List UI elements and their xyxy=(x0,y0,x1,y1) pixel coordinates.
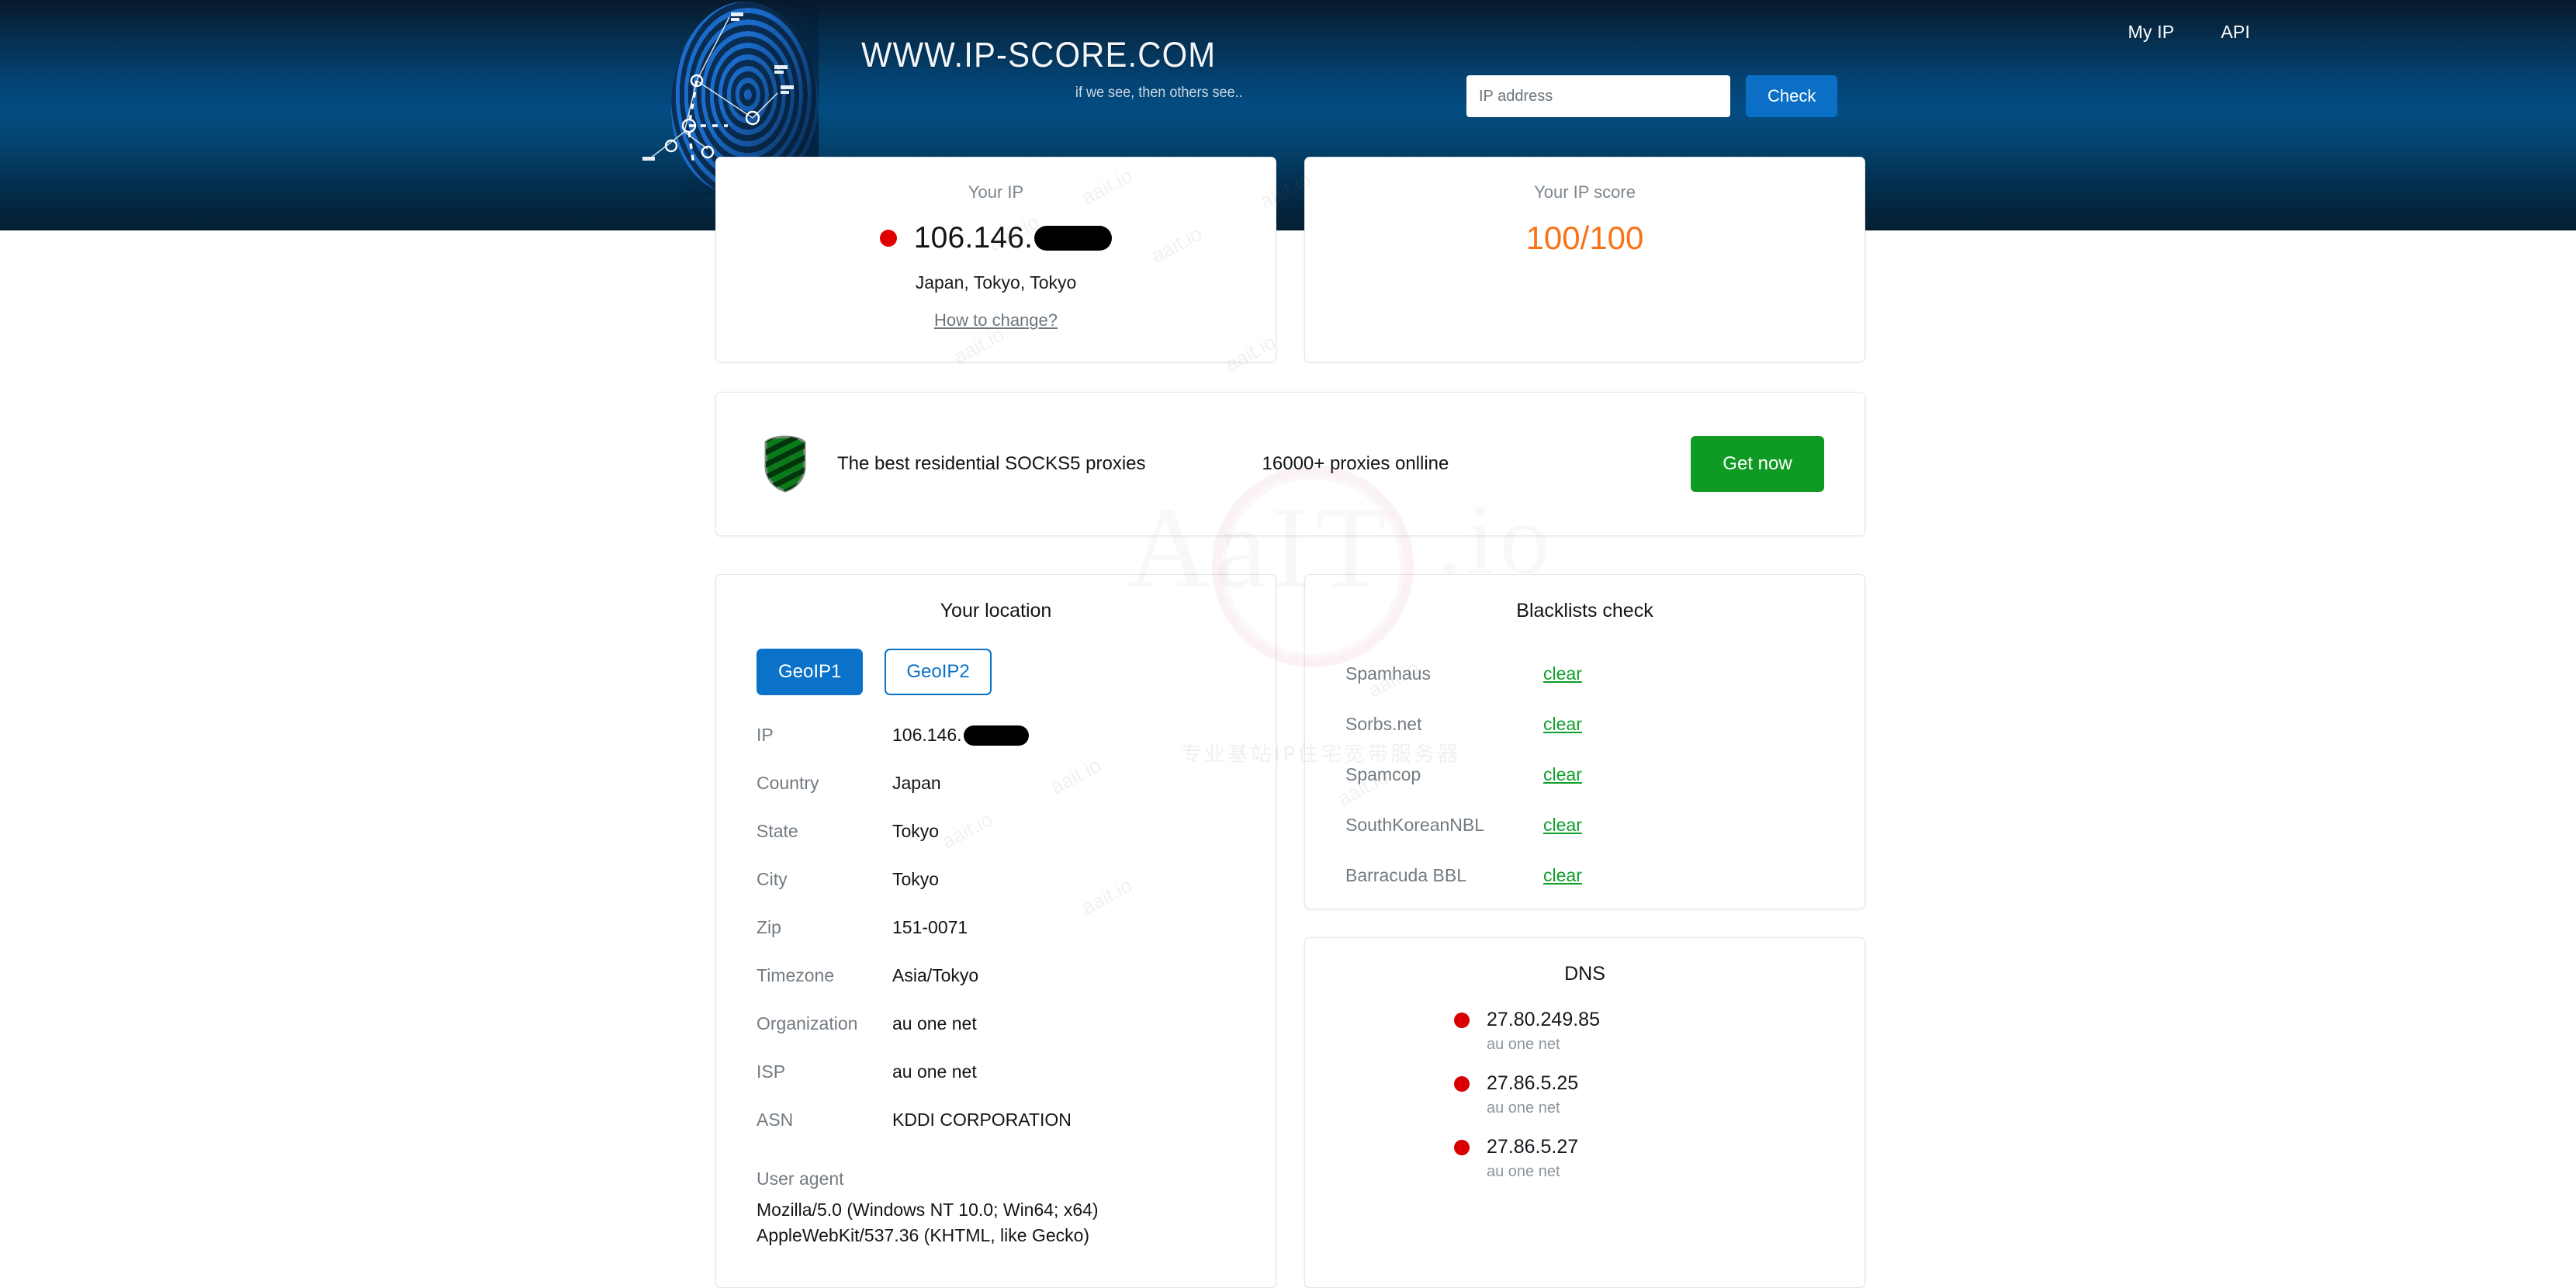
location-row-isp: ISP au one net xyxy=(716,1061,1276,1110)
location-row-key: ASN xyxy=(757,1110,794,1130)
blacklist-status[interactable]: clear xyxy=(1543,663,1582,684)
promo-banner: The best residential SOCKS5 proxies 1600… xyxy=(715,392,1865,536)
your-ip-label: Your IP xyxy=(968,182,1024,202)
location-row-country: Country Japan xyxy=(716,773,1276,821)
your-ip-value-row: 106.146. xyxy=(716,221,1276,255)
ip-search-bar: Check xyxy=(1466,75,1838,117)
location-row-value: au one net xyxy=(892,1013,977,1034)
location-row-key: Zip xyxy=(757,917,781,937)
ip-address-input[interactable] xyxy=(1466,75,1730,117)
blacklist-status[interactable]: clear xyxy=(1543,815,1582,836)
top-navigation: My IP API xyxy=(2128,22,2250,43)
location-row-key: City xyxy=(757,869,788,889)
ip-score-card: Your IP score 100/100 xyxy=(1304,157,1865,362)
tab-geoip2[interactable]: GeoIP2 xyxy=(885,649,992,695)
blacklist-name: Sorbs.net xyxy=(1345,714,1422,734)
location-row-value: KDDI CORPORATION xyxy=(892,1110,1072,1130)
location-row-key: State xyxy=(757,821,798,841)
location-row-state: State Tokyo xyxy=(716,821,1276,869)
dns-org: au one net xyxy=(1487,1099,1560,1117)
summary-cards-row: Your IP 106.146. Japan, Tokyo, Tokyo How… xyxy=(715,157,1865,362)
blacklists-list: Spamhaus clear Sorbs.net clear Spamcop c… xyxy=(1305,622,1864,909)
location-row-city: City Tokyo xyxy=(716,869,1276,917)
location-row-asn: ASN KDDI CORPORATION xyxy=(716,1110,1276,1158)
blacklist-status[interactable]: clear xyxy=(1543,865,1582,886)
country-flag-icon xyxy=(879,230,897,247)
blacklists-card: Blacklists check Spamhaus clear Sorbs.ne… xyxy=(1304,574,1865,909)
nav-item-my-ip[interactable]: My IP xyxy=(2128,22,2175,43)
user-agent-label: User agent xyxy=(757,1169,844,1189)
location-row-key: Country xyxy=(757,773,819,793)
page-root: WWW.IP-SCORE.COM if we see, then others … xyxy=(0,0,2576,1288)
check-button[interactable]: Check xyxy=(1746,75,1838,117)
blacklist-status[interactable]: clear xyxy=(1543,764,1582,785)
dns-entry: 27.80.249.85 au one net xyxy=(1305,1009,1864,1054)
blacklist-row: Spamhaus clear xyxy=(1305,649,1864,699)
location-row-zip: Zip 151-0071 xyxy=(716,917,1276,965)
promo-headline: The best residential SOCKS5 proxies xyxy=(837,453,1146,474)
location-row-value: au one net xyxy=(892,1061,977,1082)
location-row-value: Tokyo xyxy=(892,869,940,889)
your-location-card: Your location GeoIP1 GeoIP2 IP 106.146. … xyxy=(715,574,1276,1288)
location-row-organization: Organization au one net xyxy=(716,1013,1276,1061)
location-row-value: 151-0071 xyxy=(892,917,968,937)
tab-geoip1[interactable]: GeoIP1 xyxy=(757,649,864,695)
site-logo[interactable]: WWW.IP-SCORE.COM if we see, then others … xyxy=(861,37,1243,102)
your-ip-location: Japan, Tokyo, Tokyo xyxy=(915,272,1077,293)
dns-flag-icon xyxy=(1454,1075,1470,1092)
location-row-key: Timezone xyxy=(757,965,835,985)
redaction-bar xyxy=(963,725,1029,746)
detail-cards-row: Your location GeoIP1 GeoIP2 IP 106.146. … xyxy=(715,574,1865,1288)
blacklist-row: Spamcop clear xyxy=(1305,750,1864,800)
location-row-value: Asia/Tokyo xyxy=(892,965,979,985)
dns-entry: 27.86.5.25 au one net xyxy=(1305,1072,1864,1117)
geoip-tabs: GeoIP1 GeoIP2 xyxy=(716,622,1276,695)
user-agent-value: Mozilla/5.0 (Windows NT 10.0; Win64; x64… xyxy=(757,1200,1099,1245)
your-ip-value: 106.146. xyxy=(914,221,1113,255)
nav-item-api[interactable]: API xyxy=(2221,22,2250,43)
get-now-button[interactable]: Get now xyxy=(1691,436,1824,492)
blacklist-name: Spamhaus xyxy=(1345,663,1431,684)
blacklists-card-title: Blacklists check xyxy=(1516,600,1653,621)
blacklist-row: Sorbs.net clear xyxy=(1305,699,1864,750)
location-card-title: Your location xyxy=(940,600,1052,621)
location-row-ip: IP 106.146. xyxy=(716,725,1276,773)
ip-score-label: Your IP score xyxy=(1534,182,1636,202)
location-row-key: Organization xyxy=(757,1013,858,1034)
location-row-key: ISP xyxy=(757,1061,786,1082)
dns-ip: 27.86.5.25 xyxy=(1487,1072,1579,1094)
blacklist-name: Spamcop xyxy=(1345,764,1421,784)
dns-card-title: DNS xyxy=(1564,963,1605,985)
location-row-value: Tokyo xyxy=(892,821,940,841)
dns-entry: 27.86.5.27 au one net xyxy=(1305,1136,1864,1181)
blacklist-name: Barracuda BBL xyxy=(1345,865,1466,885)
user-agent-block: User agent Mozilla/5.0 (Windows NT 10.0;… xyxy=(716,1158,1276,1248)
blacklist-status[interactable]: clear xyxy=(1543,714,1582,735)
logo-tagline: if we see, then others see.. xyxy=(1075,85,1243,101)
dns-list: 27.80.249.85 au one net 27.86.5.25 au on… xyxy=(1305,985,1864,1231)
promo-subline: 16000+ proxies onlline xyxy=(1262,453,1449,474)
blacklist-row: SouthKoreanNBL clear xyxy=(1305,800,1864,850)
how-to-change-link[interactable]: How to change? xyxy=(934,310,1058,331)
green-shield-icon xyxy=(761,435,809,493)
redaction-bar xyxy=(1034,226,1113,251)
ip-score-value: 100/100 xyxy=(1525,220,1644,256)
location-details-list: IP 106.146. Country Japan State Tokyo Ci… xyxy=(716,695,1276,1158)
location-row-value: Japan xyxy=(892,773,941,793)
location-row-value: 106.146. xyxy=(892,725,1029,746)
your-ip-card: Your IP 106.146. Japan, Tokyo, Tokyo How… xyxy=(715,157,1276,362)
dns-flag-icon xyxy=(1454,1012,1470,1028)
dns-card: DNS 27.80.249.85 au one net 27.86.5.25 a… xyxy=(1304,937,1865,1288)
location-row-key: IP xyxy=(757,725,774,745)
dns-org: au one net xyxy=(1487,1163,1560,1180)
blacklist-row: Barracuda BBL clear xyxy=(1305,850,1864,901)
dns-flag-icon xyxy=(1454,1139,1470,1155)
dns-org: au one net xyxy=(1487,1036,1560,1053)
dns-ip: 27.80.249.85 xyxy=(1487,1009,1600,1030)
logo-title: WWW.IP-SCORE.COM xyxy=(861,35,1217,74)
blacklist-name: SouthKoreanNBL xyxy=(1345,815,1485,835)
dns-ip: 27.86.5.27 xyxy=(1487,1136,1579,1158)
location-row-timezone: Timezone Asia/Tokyo xyxy=(716,965,1276,1013)
